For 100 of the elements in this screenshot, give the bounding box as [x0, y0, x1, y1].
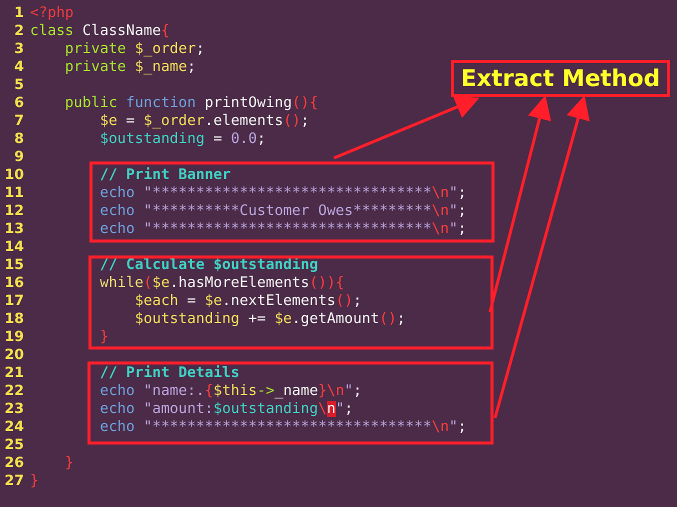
code-token: ; — [187, 59, 196, 75]
code-token: ; — [300, 113, 310, 129]
code-token: ; — [458, 419, 467, 435]
line-number: 17 — [4, 293, 25, 309]
code-token: ClassName — [81, 23, 161, 39]
line-number: 1 — [13, 5, 25, 21]
line-number: 19 — [4, 329, 25, 345]
code-token: $_order — [144, 113, 205, 129]
line-number: 18 — [4, 311, 25, 327]
line-number: 23 — [4, 401, 25, 417]
code-token: while — [98, 275, 144, 291]
code-token: ; — [353, 293, 362, 309]
line-number: 26 — [4, 455, 25, 471]
line-number: 3 — [13, 41, 25, 57]
code-token: ; — [458, 221, 467, 237]
code-token: "******************************** — [142, 185, 432, 201]
code-token: } — [318, 383, 327, 399]
line-number: 11 — [4, 185, 25, 201]
code-token: " — [449, 221, 458, 237]
code-token: } — [30, 473, 39, 489]
line-number: 4 — [13, 59, 25, 75]
code-token: echo — [98, 185, 135, 201]
code-token: .elements — [204, 113, 284, 129]
code-token: } — [98, 329, 109, 345]
code-token: "******************************** — [142, 419, 432, 435]
code-token: (){ — [292, 95, 318, 111]
line-number: 21 — [4, 365, 25, 381]
code-token: " — [344, 383, 354, 399]
line-number: 27 — [4, 473, 25, 489]
code-token: function — [125, 95, 196, 111]
code-token: 0.0 — [230, 131, 258, 147]
line-number: 7 — [13, 113, 25, 129]
code-token: -> — [257, 383, 274, 399]
code-token: " — [449, 185, 458, 201]
line-number: 15 — [4, 257, 25, 273]
code-token: "**********Customer Owes********* — [142, 203, 432, 219]
code-token: ; — [396, 311, 406, 327]
line-number: 12 — [4, 203, 25, 219]
code-token: ; — [196, 41, 205, 57]
line-number: 14 — [4, 239, 25, 255]
code-token: printOwing — [204, 95, 292, 111]
annotation-label: Extract Method — [451, 60, 670, 97]
code-token: .hasMoreElements — [170, 275, 310, 291]
line-number: 25 — [4, 437, 25, 453]
code-token: .nextElements — [222, 293, 336, 309]
code-token: = — [125, 113, 136, 129]
code-token: \n — [432, 203, 450, 219]
code-token: $outstanding — [134, 311, 240, 327]
code-token: $e — [274, 311, 292, 327]
code-token: { — [204, 383, 214, 399]
code-token: echo — [98, 419, 135, 435]
code-token: echo — [98, 203, 135, 219]
code-token: private — [64, 59, 126, 75]
code-token: $_order — [134, 41, 196, 57]
code-token: .getAmount — [292, 311, 380, 327]
code-token: $this — [213, 383, 257, 399]
code-token: $outstanding — [213, 401, 318, 417]
line-number: 22 — [4, 383, 25, 399]
line-number: 16 — [4, 275, 25, 291]
code-token: $e — [204, 293, 222, 309]
line-number: 20 — [4, 347, 25, 363]
code-token: ; — [458, 203, 467, 219]
code-token: ; — [257, 131, 266, 147]
line-number: 8 — [13, 131, 25, 147]
code-token: // Calculate $outstanding — [98, 257, 318, 273]
code-token: <?php — [30, 5, 74, 21]
code-token: class — [30, 23, 74, 39]
code-token: \n — [432, 221, 450, 237]
code-token: { — [160, 23, 170, 39]
code-token: \n — [432, 419, 450, 435]
code-token: $_name — [134, 59, 188, 75]
code-token: $e — [98, 113, 118, 129]
code-token: ; — [344, 401, 354, 417]
code-token: = — [186, 293, 197, 309]
code-token: " — [336, 401, 344, 417]
code-token: () — [336, 293, 354, 309]
code-token: n — [326, 401, 336, 417]
line-number: 6 — [13, 95, 25, 111]
code-token: = — [212, 131, 224, 147]
code-token: $each — [134, 293, 178, 309]
code-token: echo — [98, 221, 135, 237]
code-token: } — [64, 455, 74, 471]
code-token: ( — [144, 275, 152, 291]
line-number: 24 — [4, 419, 25, 435]
code-token: "name:. — [142, 383, 205, 399]
line-number: 2 — [13, 23, 25, 39]
code-token: \n — [326, 383, 344, 399]
line-number: 5 — [13, 77, 25, 93]
code-token: // Print Banner — [98, 167, 231, 183]
code-token: " — [449, 419, 458, 435]
code-token: ()){ — [309, 275, 344, 291]
code-token: echo — [98, 383, 135, 399]
code-token: _name — [274, 383, 318, 399]
line-number: 9 — [13, 149, 25, 165]
code-token: \n — [432, 185, 450, 201]
code-token: $e — [152, 275, 170, 291]
code-token: () — [283, 113, 301, 129]
code-token: ; — [458, 185, 467, 201]
code-token: $outstanding — [98, 131, 205, 147]
line-number: 10 — [4, 167, 25, 183]
